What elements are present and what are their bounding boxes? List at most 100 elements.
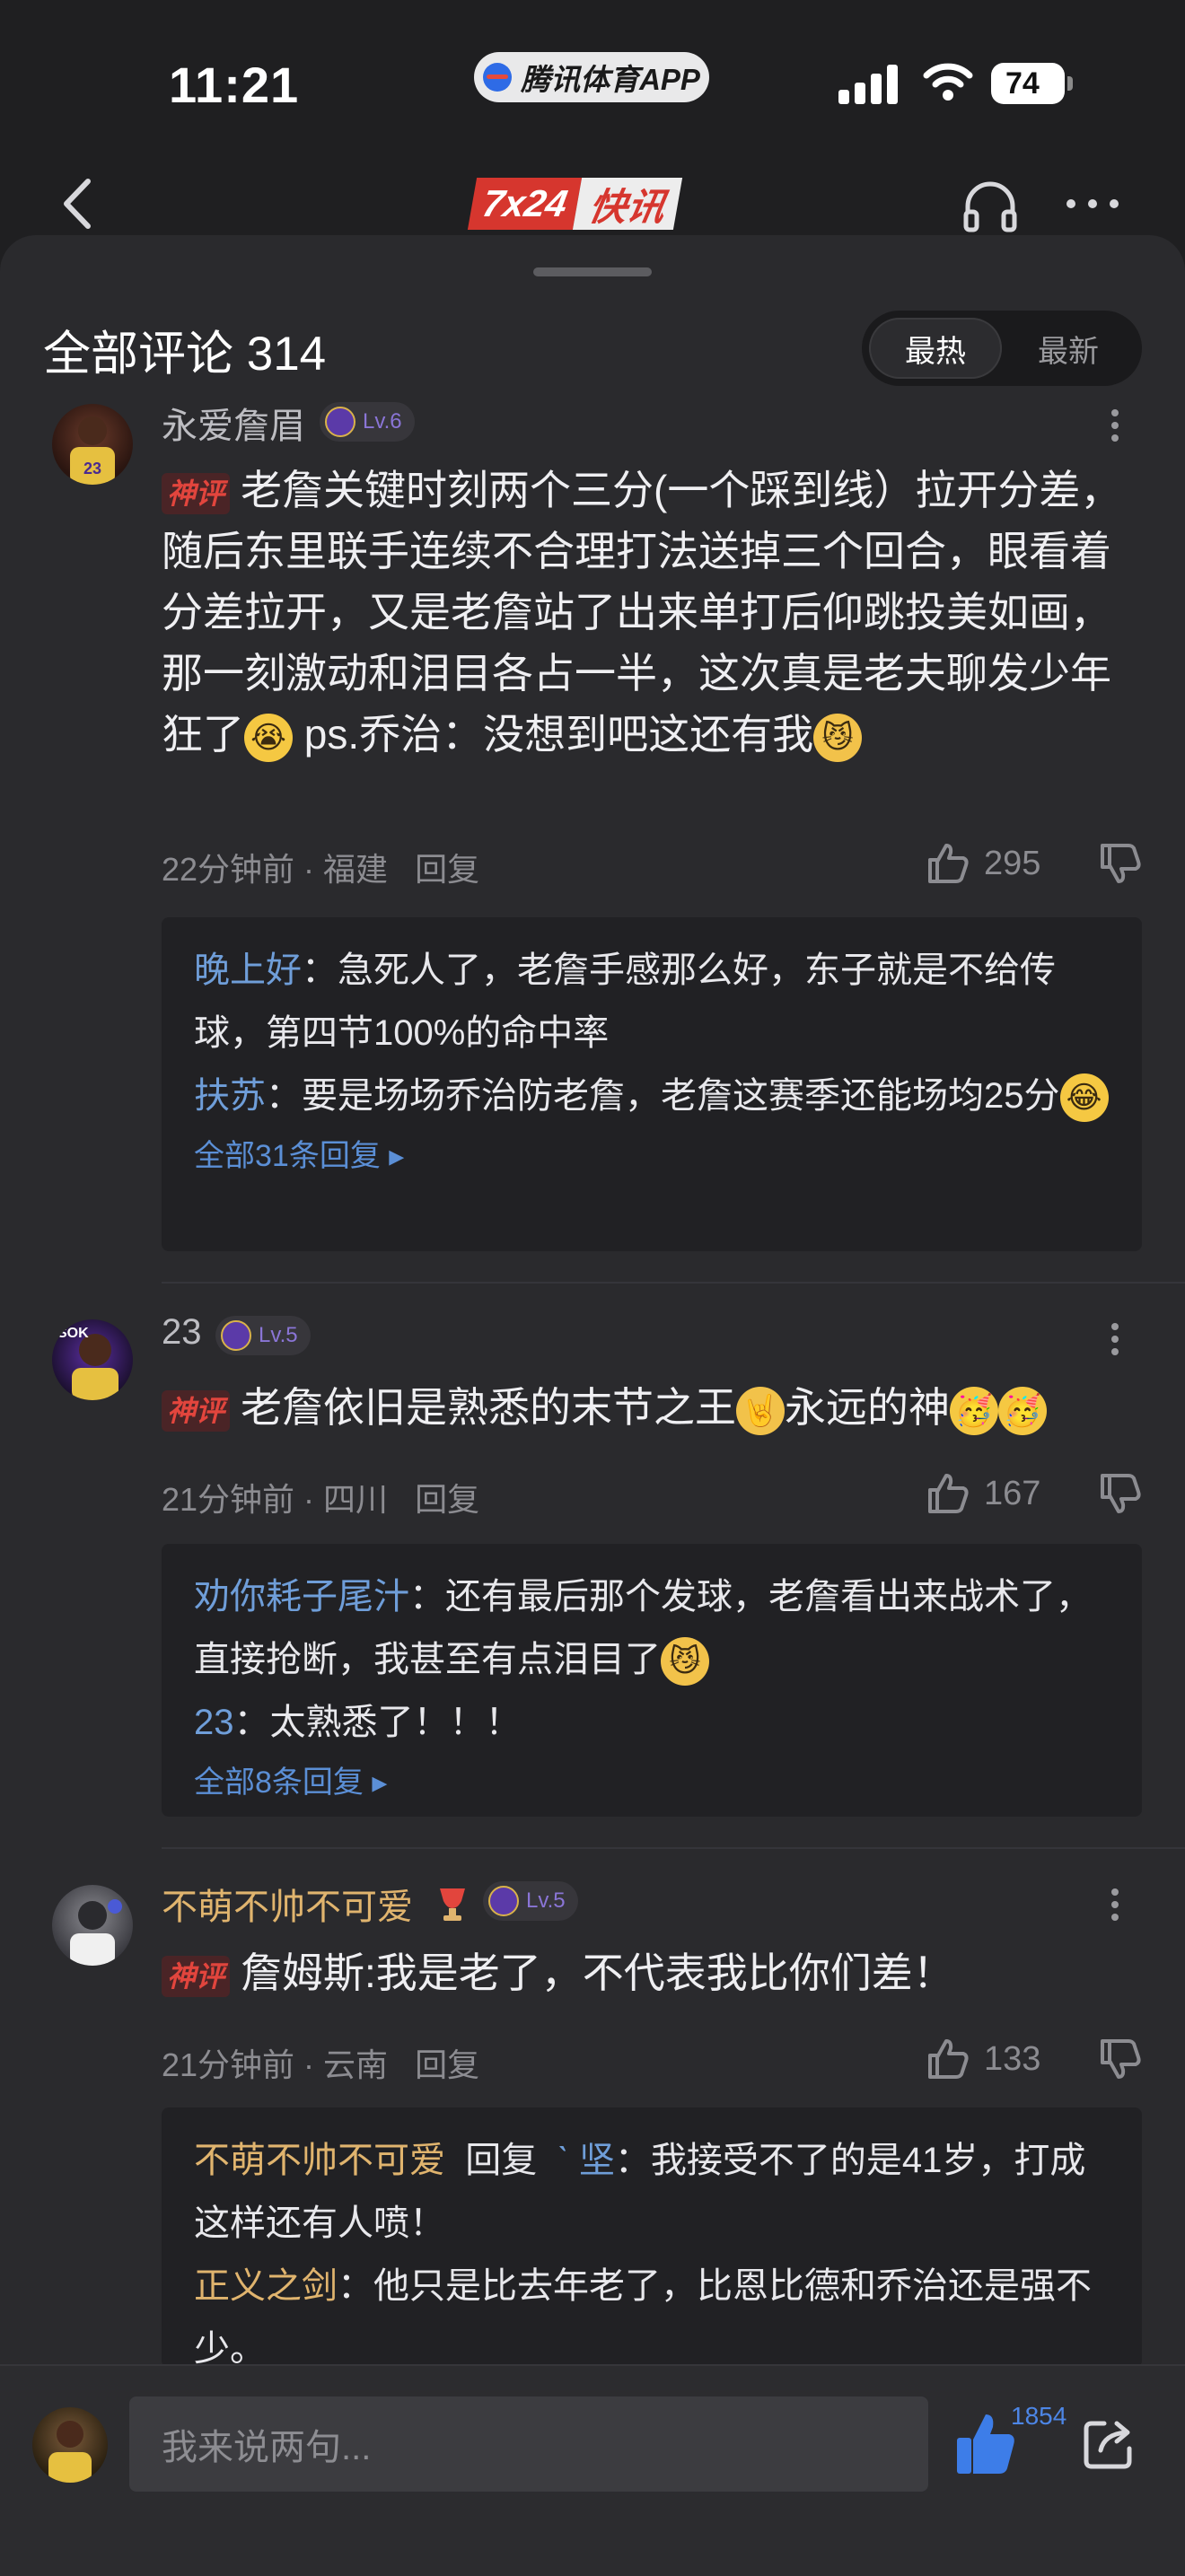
- reply-verb: 回复: [465, 2141, 538, 2180]
- level-text: Lv.6: [363, 409, 402, 434]
- comment-text-tail: 永远的神: [785, 1384, 951, 1431]
- comment-input[interactable]: 我来说两句...: [129, 2396, 928, 2492]
- battery-level: 74: [1005, 66, 1040, 101]
- party-emoji-icon: 🥳: [950, 1386, 999, 1435]
- back-to-app-pill[interactable]: 腾讯体育APP: [474, 52, 709, 102]
- view-all-replies-link[interactable]: 全部31条回复 ▸: [194, 1131, 1110, 1175]
- hot-comment-tag: 神评: [162, 1955, 231, 1997]
- comment-username[interactable]: 永爱詹眉: [162, 397, 305, 449]
- laugh-cry-emoji-icon: 😂: [1059, 1073, 1109, 1123]
- reply-line: 扶苏：要是场场乔治防老詹，老詹这赛季还能场均25分 😂: [194, 1065, 1110, 1127]
- thumbs-up-icon: [928, 844, 969, 883]
- like-button[interactable]: 167: [925, 1470, 1040, 1517]
- reply-button[interactable]: 回复: [415, 2046, 479, 2083]
- headphones-icon[interactable]: [961, 176, 1020, 235]
- avatar[interactable]: 23: [52, 404, 133, 485]
- reply-author[interactable]: 扶苏: [194, 1076, 266, 1116]
- reply-author[interactable]: 晚上好: [194, 951, 302, 990]
- thumbs-down-icon[interactable]: [1097, 1470, 1144, 1517]
- thumbs-up-icon: [928, 2039, 969, 2079]
- news-logo: 7x24 快讯: [467, 178, 713, 230]
- sheet-grabber[interactable]: [533, 267, 652, 276]
- reply-preview-box[interactable]: 不萌不帅不可爱 回复 ˋ 坚：我接受不了的是41岁，打成这样还有人喷！ 正义之剑…: [162, 2107, 1142, 2368]
- reply-author[interactable]: 正义之剑: [194, 2266, 338, 2306]
- back-icon[interactable]: [54, 172, 104, 235]
- total-like-count: 1854: [1011, 2402, 1067, 2430]
- comment-more-icon[interactable]: [1111, 1323, 1120, 1362]
- thumbs-up-icon[interactable]: [953, 2407, 1018, 2479]
- comment-location: 福建: [323, 851, 389, 888]
- hot-comment-tag: 神评: [162, 472, 231, 514]
- level-badge-icon: [325, 407, 356, 437]
- reply-line: 晚上好：急死人了，老詹手感那么好，东子就是不给传球，第四节100%的命中率: [194, 951, 1056, 1053]
- reply-button[interactable]: 回复: [415, 851, 479, 888]
- comment-count-title: 全部评论 314: [43, 328, 327, 381]
- view-all-replies-label: 全部31条回复: [194, 1139, 381, 1173]
- divider: [162, 1282, 1185, 1284]
- level-text: Lv.5: [259, 1323, 298, 1347]
- reply-text: 要是场场乔治防老詹，老詹这赛季还能场均25分: [302, 1076, 1060, 1116]
- avatar[interactable]: [52, 1885, 133, 1966]
- thumbs-up-icon: [928, 1474, 969, 1513]
- battery-icon: 74: [991, 63, 1073, 104]
- more-icon[interactable]: [1063, 190, 1122, 217]
- app-pill-label: 腾讯体育APP: [521, 63, 700, 96]
- sort-hot-button[interactable]: 最热: [869, 318, 1002, 379]
- thumbs-down-icon[interactable]: [1097, 2036, 1144, 2082]
- reply-author[interactable]: 23: [194, 1703, 234, 1742]
- comment-time: 22分钟前: [162, 851, 295, 888]
- comment-more-icon[interactable]: [1111, 1888, 1120, 1928]
- sort-new-button[interactable]: 最新: [1002, 318, 1135, 379]
- reply-target[interactable]: ˋ 坚: [557, 2141, 614, 2180]
- view-all-replies-link[interactable]: 全部8条回复 ▸: [194, 1757, 1110, 1801]
- comment-text-main: 老詹依旧是熟悉的末节之王: [241, 1384, 737, 1431]
- reply-preview-box[interactable]: 劝你耗子尾汁：还有最后那个发球，老詹看出来战术了，直接抢断，我甚至有点泪目了 😼 …: [162, 1544, 1142, 1817]
- cat-emoji-icon: 😼: [661, 1637, 709, 1687]
- reply-line: 23：太熟悉了！！！: [194, 1703, 522, 1742]
- reply-button[interactable]: 回复: [415, 1481, 479, 1518]
- reply-line: 不萌不帅不可爱 回复 ˋ 坚：我接受不了的是41岁，打成这样还有人喷！: [194, 2141, 1086, 2243]
- comment-meta: 21分钟前 · 云南 回复: [162, 2046, 480, 2083]
- comment-more-icon[interactable]: [1111, 409, 1120, 449]
- wifi-icon: [923, 63, 973, 101]
- level-badge: Lv.5: [483, 1881, 578, 1921]
- rock-hand-emoji-icon: 🤘: [736, 1386, 786, 1435]
- level-badge-icon: [488, 1886, 519, 1916]
- basketball-icon: [483, 63, 513, 92]
- cellular-signal-icon: [838, 63, 900, 104]
- comment-text-tail: ps.乔治：没想到吧这还有我: [293, 711, 814, 758]
- trophy-icon: [440, 1888, 465, 1921]
- reply-author[interactable]: 不萌不帅不可爱: [194, 2141, 445, 2180]
- svg-text:23: 23: [83, 460, 101, 478]
- comment-meta: 22分钟前 · 福建 回复: [162, 851, 480, 888]
- comment-text-main: 詹姆斯:我是老了，不代表我比你们差！: [241, 1950, 954, 1996]
- comment-username[interactable]: 不萌不帅不可爱: [162, 1878, 413, 1930]
- like-button[interactable]: 133: [925, 2036, 1040, 2082]
- comment-text: 神评 老詹关键时刻两个三分(一个踩到线）拉开分差，随后东里联手连续不合理打法送掉三…: [162, 460, 1149, 765]
- like-count: 167: [984, 1474, 1041, 1512]
- logo-right: 快讯: [573, 178, 683, 230]
- comment-text: 神评 詹姆斯:我是老了，不代表我比你们差！: [162, 1942, 1149, 2003]
- reply-line: 正义之剑：他只是比去年老了，比恩比德和乔治还是强不少。: [194, 2266, 1092, 2368]
- reply-author[interactable]: 劝你耗子尾汁: [194, 1577, 409, 1617]
- crying-emoji-icon: 😭: [244, 713, 293, 762]
- hot-comment-tag: 神评: [162, 1389, 231, 1432]
- level-badge: Lv.5: [215, 1316, 311, 1355]
- thumbs-down-icon[interactable]: [1097, 840, 1144, 887]
- level-text: Lv.5: [526, 1888, 566, 1913]
- view-all-replies-label: 全部8条回复: [194, 1766, 364, 1800]
- like-button[interactable]: 295: [925, 840, 1040, 887]
- comment-meta: 21分钟前 · 四川 回复: [162, 1481, 480, 1518]
- my-avatar[interactable]: [32, 2407, 108, 2483]
- avatar[interactable]: SOK: [52, 1319, 133, 1400]
- comment-time: 21分钟前: [162, 1481, 295, 1518]
- comment-time: 21分钟前: [162, 2046, 295, 2083]
- like-count: 295: [984, 844, 1041, 882]
- logo-left: 7x24: [467, 178, 583, 230]
- level-badge-icon: [221, 1320, 251, 1351]
- reply-preview-box[interactable]: 晚上好：急死人了，老詹手感那么好，东子就是不给传球，第四节100%的命中率 扶苏…: [162, 917, 1142, 1251]
- comment-username[interactable]: 23: [162, 1312, 202, 1353]
- level-badge: Lv.6: [320, 402, 415, 442]
- party-emoji-icon: 🥳: [998, 1386, 1048, 1435]
- share-icon[interactable]: [1081, 2414, 1138, 2472]
